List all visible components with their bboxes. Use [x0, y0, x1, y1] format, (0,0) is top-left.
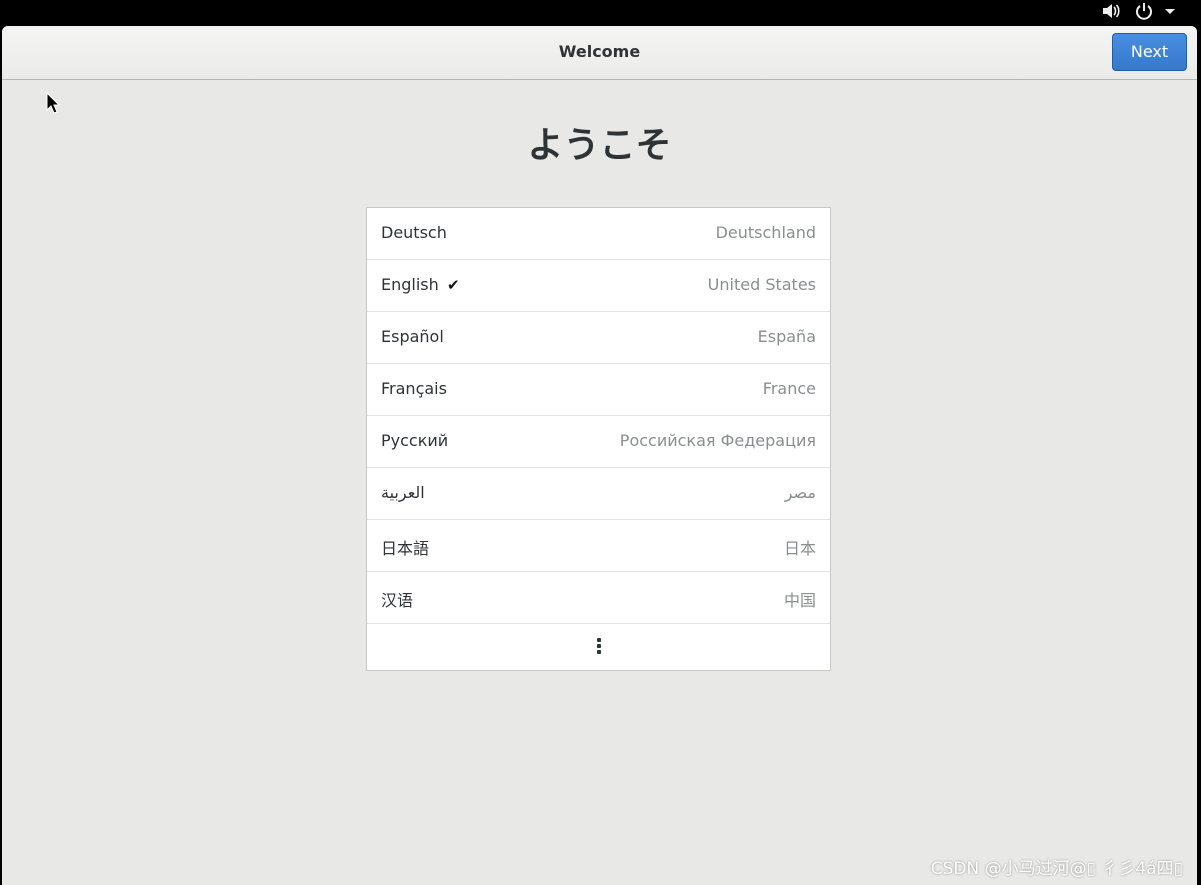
volume-icon[interactable] — [1101, 0, 1121, 22]
language-region: France — [762, 379, 816, 398]
menu-arrow-icon[interactable] — [1164, 0, 1176, 22]
power-icon[interactable] — [1134, 0, 1154, 22]
next-button[interactable]: Next — [1112, 33, 1187, 71]
language-name: Français — [381, 379, 447, 398]
language-region: Российская Федерация — [619, 431, 816, 450]
language-row-arabic[interactable]: العربية مصر — [367, 468, 830, 520]
language-list: Deutsch Deutschland English ✔ United Sta… — [366, 207, 831, 671]
language-row-japanese[interactable]: 日本語 日本 — [367, 520, 830, 572]
language-name: Русский — [381, 431, 449, 450]
checkmark-icon: ✔ — [447, 276, 460, 294]
language-name: English — [381, 275, 439, 294]
language-region: 日本 — [783, 539, 816, 558]
language-row-deutsch[interactable]: Deutsch Deutschland — [367, 208, 830, 260]
language-name: Español — [381, 327, 444, 346]
welcome-window: Welcome Next ようこそ Deutsch Deutschland En… — [2, 26, 1197, 885]
language-region: España — [757, 327, 816, 346]
language-name: 日本語 — [381, 539, 430, 558]
welcome-heading: ようこそ — [527, 125, 672, 166]
language-row-russian[interactable]: Русский Российская Федерация — [367, 416, 830, 468]
more-languages-button[interactable] — [367, 624, 830, 670]
mouse-pointer-icon — [46, 91, 61, 118]
language-name: Deutsch — [381, 223, 447, 242]
watermark: CSDN @小马过河@▯ 彳彡4á四▯ — [930, 859, 1183, 879]
window-title: Welcome — [558, 42, 641, 61]
vertical-ellipsis-icon — [596, 638, 602, 658]
header-bar: Welcome Next — [2, 26, 1197, 80]
top-panel — [0, 0, 1201, 26]
language-row-espanol[interactable]: Español España — [367, 312, 830, 364]
language-row-english[interactable]: English ✔ United States — [367, 260, 830, 312]
language-row-francais[interactable]: Français France — [367, 364, 830, 416]
language-name: العربية — [381, 483, 425, 502]
language-region: Deutschland — [715, 223, 816, 242]
language-region: United States — [707, 275, 816, 294]
language-region: 中国 — [783, 591, 816, 610]
language-region: مصر — [784, 483, 816, 502]
language-name: 汉语 — [381, 591, 414, 610]
language-row-chinese[interactable]: 汉语 中国 — [367, 572, 830, 624]
